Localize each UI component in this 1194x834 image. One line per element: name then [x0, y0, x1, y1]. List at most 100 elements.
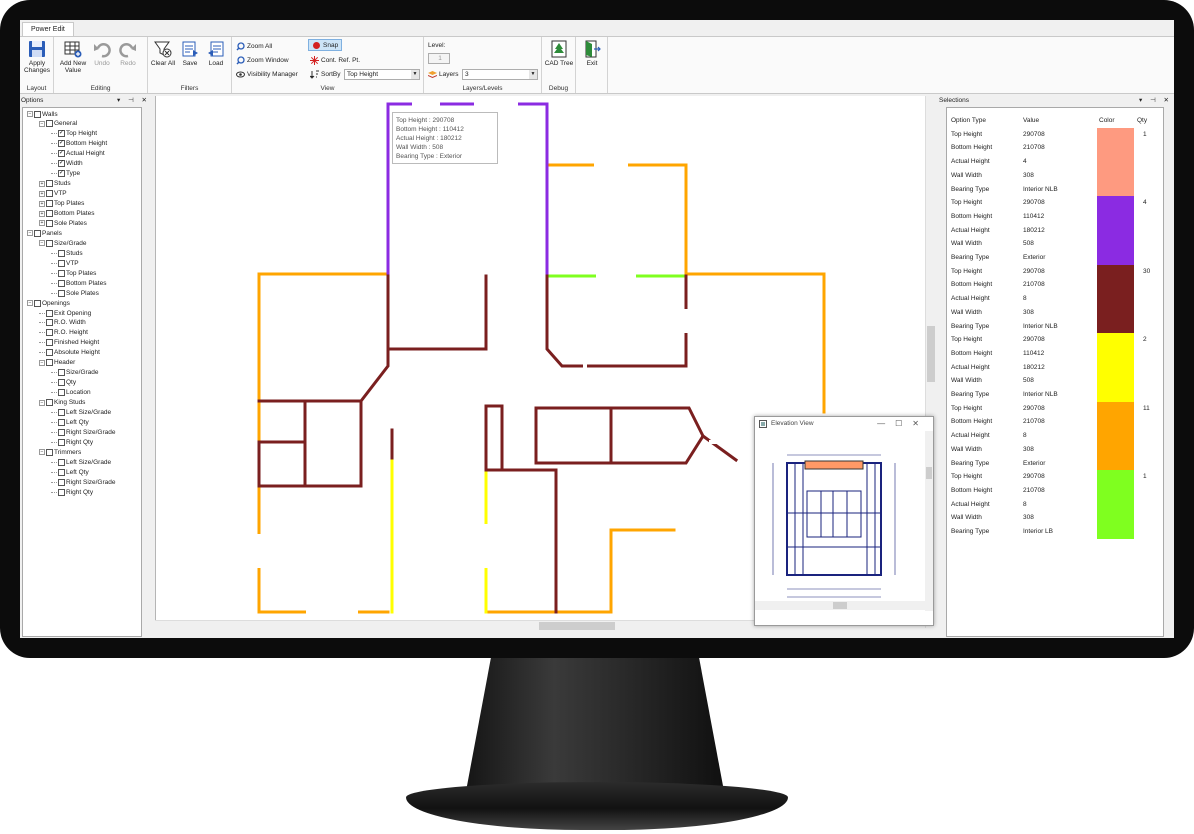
tree-checkbox[interactable]: [46, 448, 53, 456]
tree-expander-icon[interactable]: +: [39, 180, 45, 187]
tree-item[interactable]: VTP: [51, 258, 79, 268]
tree-item[interactable]: Left Qty: [51, 417, 89, 427]
panel-controls-icon[interactable]: ▾ ⊣ ✕: [117, 95, 150, 106]
selection-row[interactable]: Bearing Type Interior NLB: [947, 320, 1163, 334]
selection-row[interactable]: Actual Height 8: [947, 292, 1163, 306]
cont-ref-pt-button[interactable]: Cont. Ref. Pt.: [310, 54, 360, 66]
tree-checkbox[interactable]: [58, 438, 65, 446]
tree-item[interactable]: + VTP: [39, 189, 67, 199]
tree-item[interactable]: Exit Opening: [39, 308, 91, 318]
sortby-select[interactable]: Top Height ▼: [344, 69, 420, 80]
tree-expander-icon[interactable]: +: [39, 220, 45, 227]
selection-row[interactable]: Top Height 290708: [947, 196, 1163, 210]
selection-row[interactable]: Bearing Type Interior LB: [947, 525, 1163, 539]
apply-changes-button[interactable]: Apply Changes: [22, 40, 52, 74]
redo-button[interactable]: Redo: [115, 40, 141, 67]
tree-checkbox[interactable]: [58, 409, 65, 416]
cad-tree-button[interactable]: CAD Tree: [544, 40, 574, 67]
tree-expander-icon[interactable]: −: [39, 120, 45, 127]
tree-item[interactable]: + Bottom Plates: [39, 209, 94, 219]
tree-checkbox[interactable]: [58, 249, 65, 257]
scrollbar-thumb[interactable]: [539, 622, 615, 630]
selection-row[interactable]: Top Height 290708: [947, 265, 1163, 279]
selection-row[interactable]: Wall Width 308: [947, 306, 1163, 320]
tree-checkbox[interactable]: [58, 428, 65, 436]
exit-button[interactable]: Exit: [577, 40, 607, 67]
selection-row[interactable]: Wall Width 308: [947, 443, 1163, 457]
tree-expander-icon[interactable]: −: [27, 300, 33, 307]
elevation-horizontal-scrollbar[interactable]: [755, 601, 925, 610]
tree-item[interactable]: Studs: [51, 248, 83, 258]
tree-item[interactable]: − Panels: [27, 228, 62, 238]
save-filter-button[interactable]: Save: [177, 40, 203, 67]
tree-expander-icon[interactable]: +: [39, 210, 45, 217]
selection-row[interactable]: Bearing Type Interior NLB: [947, 388, 1163, 402]
scrollbar-thumb[interactable]: [833, 602, 847, 609]
tree-item[interactable]: Finished Height: [39, 338, 99, 348]
selection-row[interactable]: Bottom Height 210708: [947, 415, 1163, 429]
tree-checkbox[interactable]: [58, 170, 65, 178]
tree-item[interactable]: Location: [51, 388, 91, 398]
tree-expander-icon[interactable]: +: [39, 200, 45, 207]
selection-row[interactable]: Top Height 290708: [947, 333, 1163, 347]
add-new-value-button[interactable]: Add New Value: [57, 40, 89, 74]
scrollbar-thumb[interactable]: [927, 326, 935, 382]
selection-row[interactable]: Top Height 290708: [947, 402, 1163, 416]
tree-item[interactable]: Left Size/Grade: [51, 408, 111, 418]
tree-checkbox[interactable]: [58, 478, 65, 486]
window-controls-icon[interactable]: —☐✕: [877, 417, 929, 431]
tree-item[interactable]: R.O. Width: [39, 318, 86, 328]
tree-item[interactable]: + Studs: [39, 179, 71, 189]
tree-checkbox[interactable]: [46, 359, 53, 367]
selection-row[interactable]: Actual Height 4: [947, 155, 1163, 169]
selection-row[interactable]: Actual Height 8: [947, 498, 1163, 512]
tree-item[interactable]: + Top Plates: [39, 199, 84, 209]
tree-checkbox[interactable]: [34, 229, 41, 237]
selection-row[interactable]: Bottom Height 210708: [947, 278, 1163, 292]
undo-button[interactable]: Undo: [89, 40, 115, 67]
selection-row[interactable]: Wall Width 308: [947, 169, 1163, 183]
selection-row[interactable]: Bearing Type Interior NLB: [947, 183, 1163, 197]
tree-checkbox[interactable]: [46, 120, 53, 128]
selection-row[interactable]: Bearing Type Exterior: [947, 251, 1163, 265]
selection-row[interactable]: Wall Width 508: [947, 237, 1163, 251]
tree-item[interactable]: Left Size/Grade: [51, 457, 111, 467]
tree-expander-icon[interactable]: −: [39, 399, 45, 406]
tree-checkbox[interactable]: [58, 279, 65, 287]
tree-item[interactable]: Size/Grade: [51, 368, 99, 378]
tree-checkbox[interactable]: [58, 389, 65, 397]
tree-checkbox[interactable]: [58, 488, 65, 496]
tree-checkbox[interactable]: [58, 369, 65, 377]
tree-item[interactable]: Top Height: [51, 129, 97, 139]
tree-expander-icon[interactable]: −: [39, 240, 45, 247]
tree-item[interactable]: − King Studs: [39, 398, 85, 408]
selection-row[interactable]: Actual Height 180212: [947, 361, 1163, 375]
tree-checkbox[interactable]: [46, 239, 53, 247]
selection-row[interactable]: Top Height 290708: [947, 470, 1163, 484]
tree-checkbox[interactable]: [46, 309, 53, 317]
elevation-view-window[interactable]: Elevation View —☐✕: [754, 416, 934, 626]
tree-item[interactable]: Top Plates: [51, 268, 96, 278]
tree-item[interactable]: R.O. Height: [39, 328, 88, 338]
tree-item[interactable]: − Size/Grade: [39, 238, 87, 248]
zoom-all-button[interactable]: Zoom All: [236, 40, 272, 52]
tree-item[interactable]: Bottom Height: [51, 139, 107, 149]
tree-item[interactable]: Right Qty: [51, 487, 93, 497]
selection-row[interactable]: Bottom Height 210708: [947, 141, 1163, 155]
tree-checkbox[interactable]: [58, 160, 65, 168]
zoom-window-button[interactable]: Zoom Window: [236, 54, 289, 66]
tree-checkbox[interactable]: [46, 349, 53, 357]
tree-item[interactable]: Right Qty: [51, 437, 93, 447]
tree-checkbox[interactable]: [58, 289, 65, 297]
tree-checkbox[interactable]: [46, 200, 53, 208]
tree-checkbox[interactable]: [46, 339, 53, 347]
tree-item[interactable]: − Openings: [27, 298, 70, 308]
tree-expander-icon[interactable]: −: [27, 230, 33, 237]
snap-toggle[interactable]: Snap: [308, 39, 343, 51]
tree-item[interactable]: Sole Plates: [51, 288, 99, 298]
selection-row[interactable]: Actual Height 180212: [947, 224, 1163, 238]
tree-item[interactable]: + Sole Plates: [39, 218, 87, 228]
selection-row[interactable]: Wall Width 508: [947, 374, 1163, 388]
selection-row[interactable]: Top Height 290708: [947, 128, 1163, 142]
tree-checkbox[interactable]: [46, 319, 53, 327]
